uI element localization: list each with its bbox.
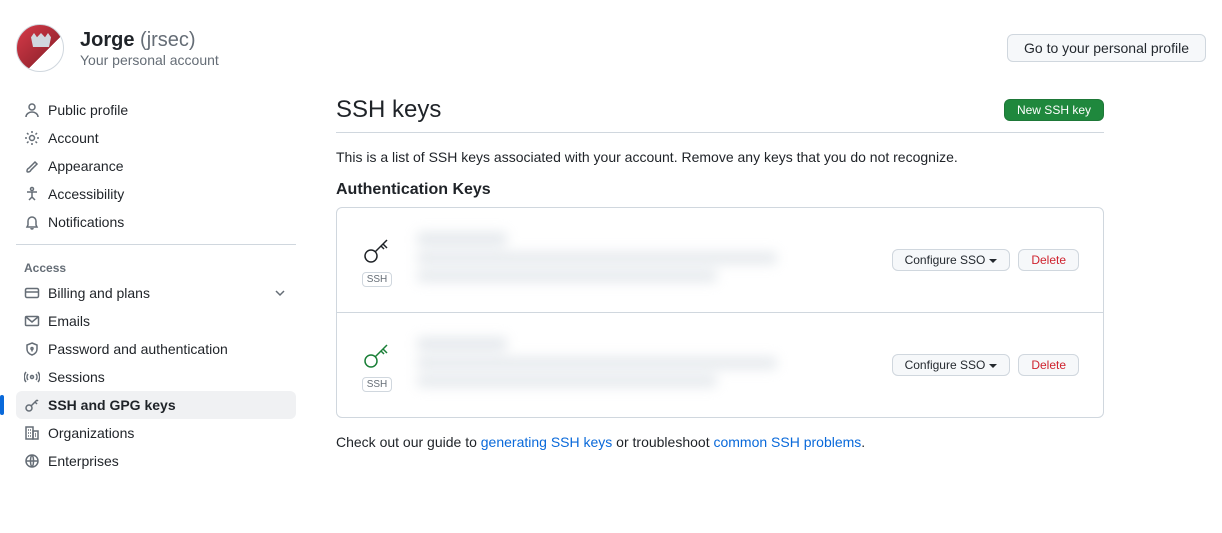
- ssh-badge: SSH: [362, 272, 393, 287]
- ssh-key-list: SSH Configure SSO Delete SSH Configure SSO De…: [336, 207, 1104, 418]
- avatar[interactable]: [16, 24, 64, 72]
- sidebar-item-label: Account: [48, 130, 99, 146]
- profile-header: Jorge (jrsec) Your personal account: [16, 24, 219, 72]
- sidebar-item-password-and-authentication[interactable]: Password and authentication: [16, 335, 296, 363]
- generating-keys-link[interactable]: generating SSH keys: [481, 434, 613, 450]
- bell-icon: [24, 214, 40, 230]
- main-content: SSH keys New SSH key This is a list of S…: [336, 96, 1104, 475]
- divider: [16, 244, 296, 245]
- sidebar-item-sessions[interactable]: Sessions: [16, 363, 296, 391]
- key-icon: SSH: [361, 234, 393, 287]
- key-icon: SSH: [361, 339, 393, 392]
- page-title: SSH keys: [336, 96, 441, 124]
- sidebar-item-label: Emails: [48, 313, 90, 329]
- configure-sso-button[interactable]: Configure SSO: [892, 354, 1011, 376]
- profile-subtitle: Your personal account: [80, 52, 219, 68]
- sidebar-item-billing-and-plans[interactable]: Billing and plans: [16, 279, 296, 307]
- org-icon: [24, 425, 40, 441]
- footer-note: Check out our guide to generating SSH ke…: [336, 434, 1104, 450]
- sidebar-item-label: Enterprises: [48, 453, 119, 469]
- sidebar-item-label: SSH and GPG keys: [48, 397, 176, 413]
- shield-icon: [24, 341, 40, 357]
- settings-sidebar: Public profile Account Appearance Accessibi…: [16, 96, 296, 475]
- key-details-redacted: [417, 232, 868, 288]
- sidebar-item-accessibility[interactable]: Accessibility: [16, 180, 296, 208]
- key-details-redacted: [417, 337, 868, 393]
- sidebar-item-appearance[interactable]: Appearance: [16, 152, 296, 180]
- sidebar-item-public-profile[interactable]: Public profile: [16, 96, 296, 124]
- new-ssh-key-button[interactable]: New SSH key: [1004, 99, 1104, 121]
- ssh-key-row: SSH Configure SSO Delete: [337, 208, 1103, 313]
- sidebar-item-label: Appearance: [48, 158, 124, 174]
- accessibility-icon: [24, 186, 40, 202]
- go-to-profile-button[interactable]: Go to your personal profile: [1007, 34, 1206, 62]
- sidebar-item-label: Notifications: [48, 214, 124, 230]
- sidebar-item-emails[interactable]: Emails: [16, 307, 296, 335]
- chevron-down-icon: [272, 285, 288, 301]
- common-problems-link[interactable]: common SSH problems: [713, 434, 861, 450]
- key-icon: [24, 397, 40, 413]
- mail-icon: [24, 313, 40, 329]
- ssh-key-row: SSH Configure SSO Delete: [337, 313, 1103, 417]
- page-description: This is a list of SSH keys associated wi…: [336, 149, 1104, 165]
- delete-key-button[interactable]: Delete: [1018, 354, 1079, 376]
- sidebar-item-account[interactable]: Account: [16, 124, 296, 152]
- dropdown-caret-icon: [989, 364, 997, 368]
- sidebar-item-label: Accessibility: [48, 186, 124, 202]
- sidebar-item-label: Billing and plans: [48, 285, 150, 301]
- brush-icon: [24, 158, 40, 174]
- dropdown-caret-icon: [989, 259, 997, 263]
- access-heading: Access: [16, 253, 296, 279]
- auth-keys-heading: Authentication Keys: [336, 181, 1104, 199]
- person-icon: [24, 102, 40, 118]
- card-icon: [24, 285, 40, 301]
- sidebar-item-label: Public profile: [48, 102, 128, 118]
- sidebar-item-notifications[interactable]: Notifications: [16, 208, 296, 236]
- sidebar-item-ssh-and-gpg-keys[interactable]: SSH and GPG keys: [16, 391, 296, 419]
- delete-key-button[interactable]: Delete: [1018, 249, 1079, 271]
- configure-sso-button[interactable]: Configure SSO: [892, 249, 1011, 271]
- profile-name: Jorge (jrsec): [80, 29, 219, 52]
- globe-icon: [24, 453, 40, 469]
- broadcast-icon: [24, 369, 40, 385]
- sidebar-item-label: Password and authentication: [48, 341, 228, 357]
- sidebar-item-enterprises[interactable]: Enterprises: [16, 447, 296, 475]
- gear-icon: [24, 130, 40, 146]
- sidebar-item-label: Organizations: [48, 425, 134, 441]
- sidebar-item-label: Sessions: [48, 369, 105, 385]
- sidebar-item-organizations[interactable]: Organizations: [16, 419, 296, 447]
- ssh-badge: SSH: [362, 377, 393, 392]
